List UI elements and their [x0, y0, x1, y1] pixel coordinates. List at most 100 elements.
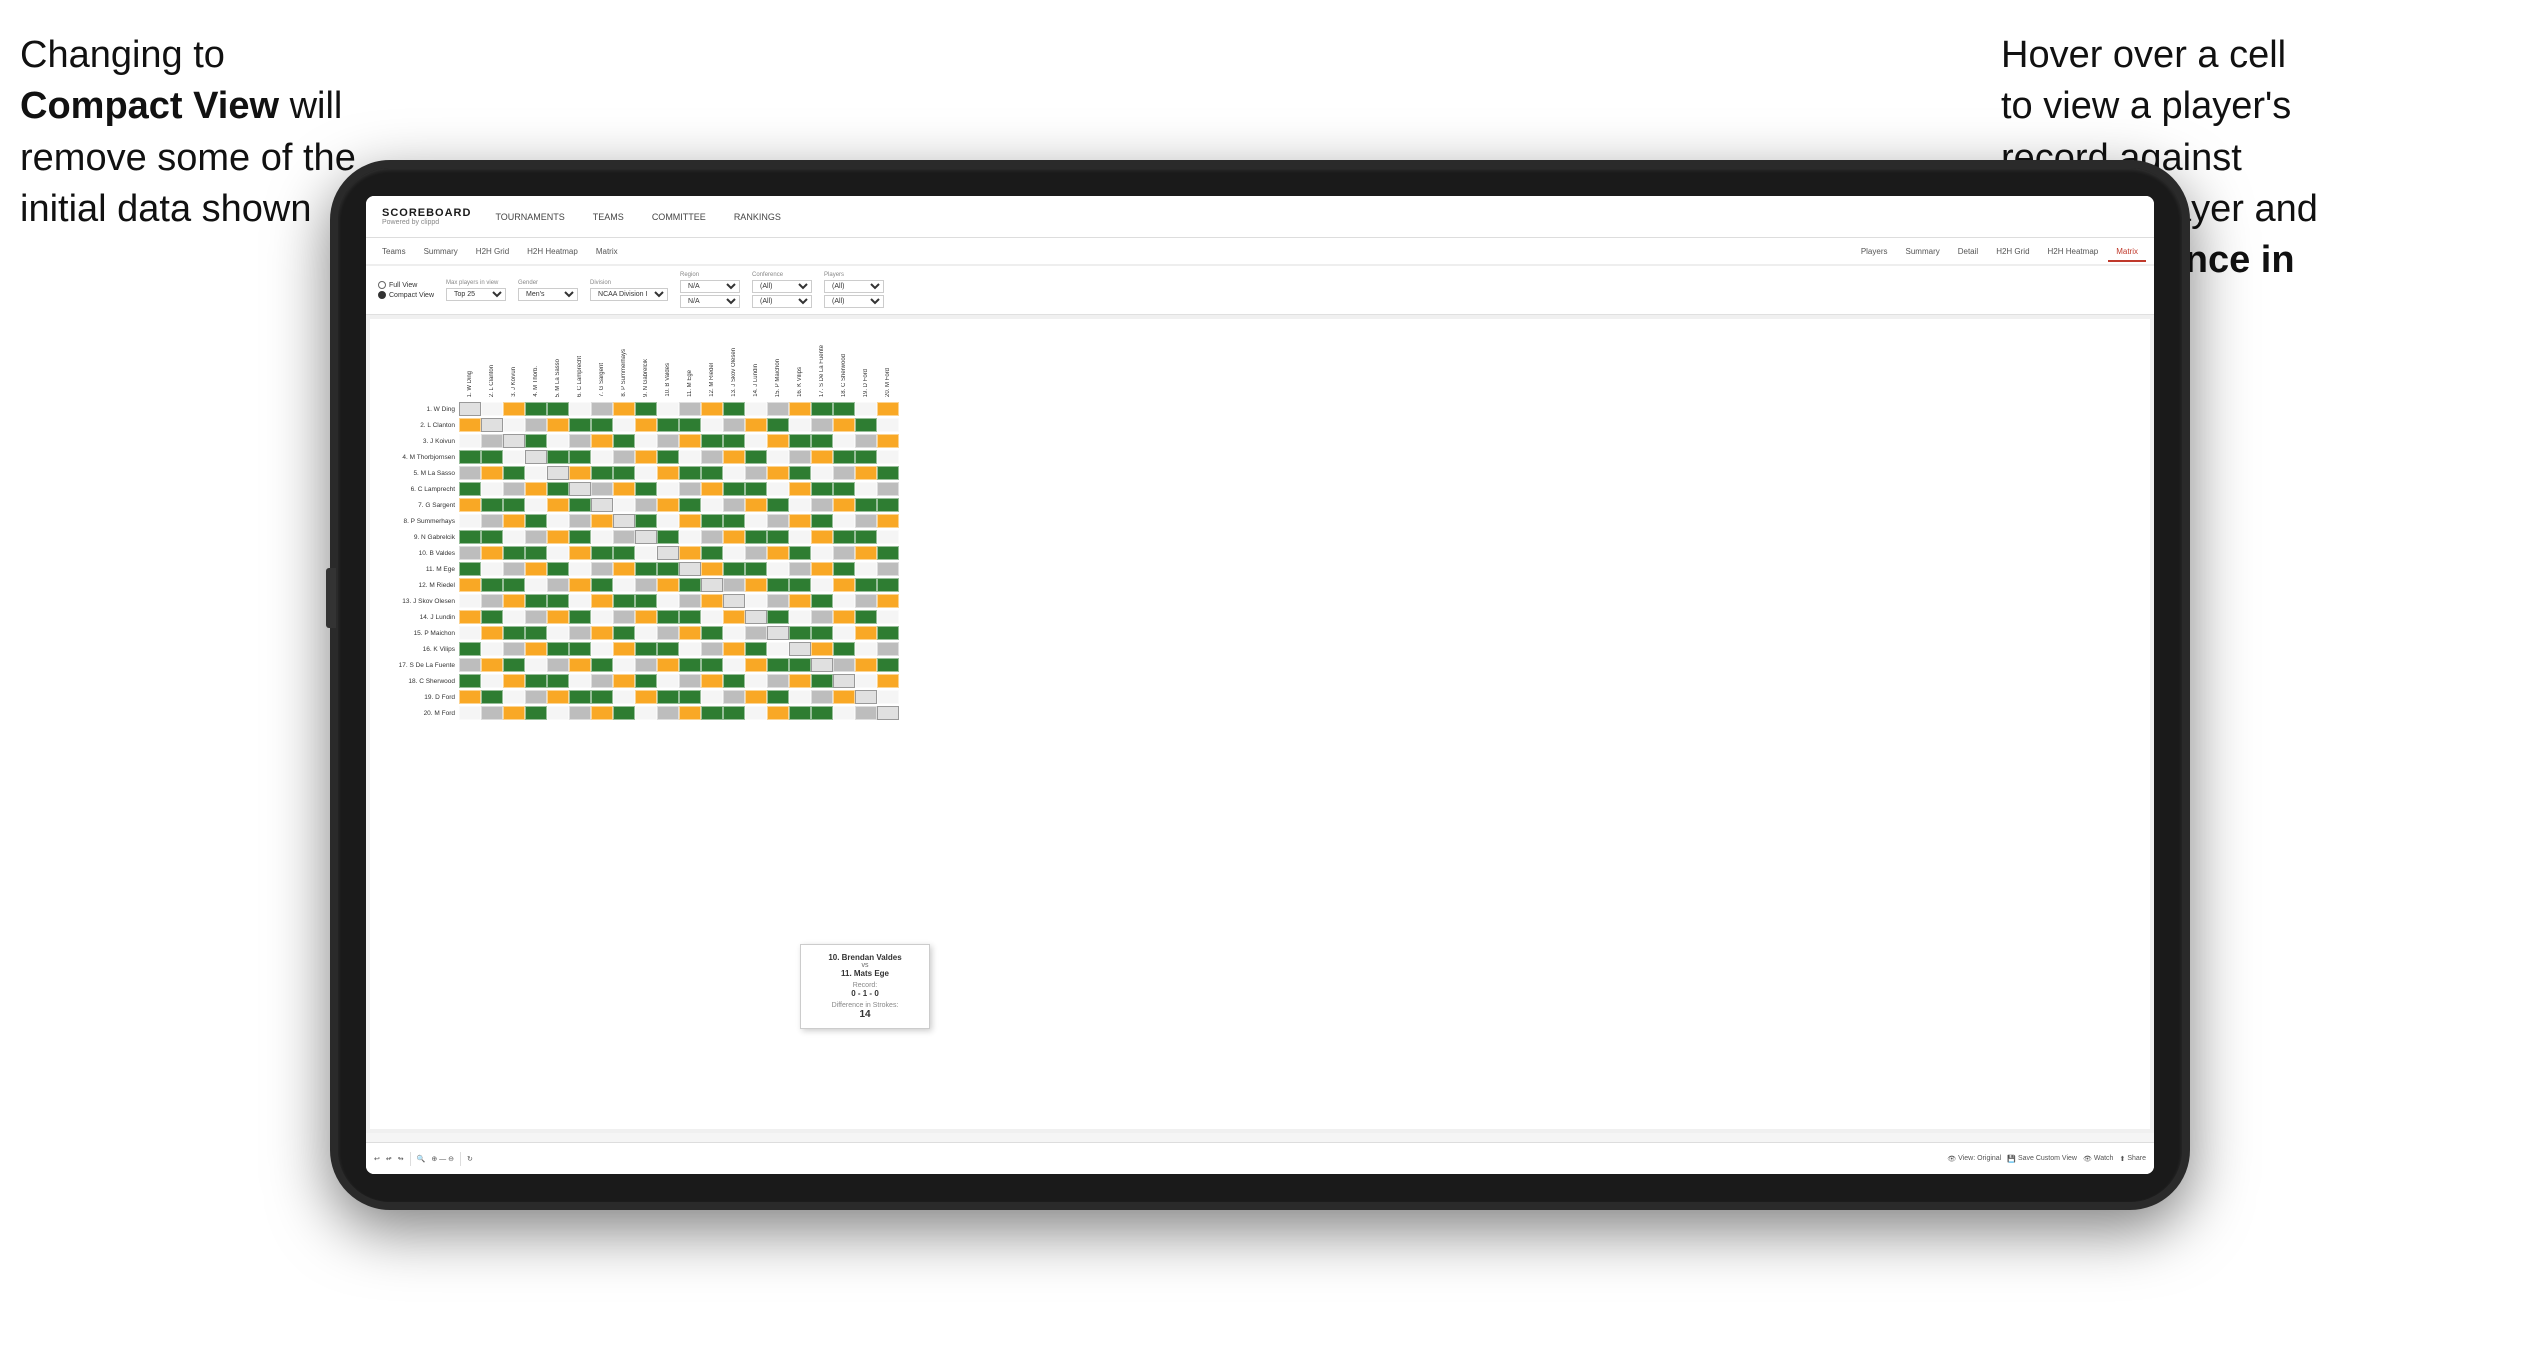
- matrix-cell[interactable]: [679, 418, 701, 432]
- matrix-cell[interactable]: [811, 514, 833, 528]
- matrix-cell[interactable]: [833, 482, 855, 496]
- tab-players[interactable]: Players: [1853, 243, 1896, 260]
- matrix-cell[interactable]: [459, 402, 481, 416]
- matrix-cell[interactable]: [481, 610, 503, 624]
- refresh-button[interactable]: ↻: [467, 1155, 473, 1163]
- matrix-cell[interactable]: [833, 450, 855, 464]
- matrix-cell[interactable]: [481, 578, 503, 592]
- matrix-cell[interactable]: [745, 626, 767, 640]
- matrix-cell[interactable]: [679, 450, 701, 464]
- matrix-cell[interactable]: [701, 418, 723, 432]
- matrix-cell[interactable]: [547, 578, 569, 592]
- matrix-cell[interactable]: [723, 674, 745, 688]
- matrix-cell[interactable]: [459, 658, 481, 672]
- matrix-cell[interactable]: [613, 706, 635, 720]
- matrix-cell[interactable]: [833, 530, 855, 544]
- matrix-cell[interactable]: [855, 706, 877, 720]
- matrix-cell[interactable]: [745, 594, 767, 608]
- matrix-cell[interactable]: [855, 530, 877, 544]
- matrix-cell[interactable]: [877, 482, 899, 496]
- matrix-cell[interactable]: [679, 546, 701, 560]
- matrix-cell[interactable]: [877, 402, 899, 416]
- nav-teams[interactable]: TEAMS: [589, 210, 628, 224]
- matrix-cell[interactable]: [877, 466, 899, 480]
- matrix-cell[interactable]: [525, 466, 547, 480]
- matrix-cell[interactable]: [701, 594, 723, 608]
- matrix-cell[interactable]: [877, 514, 899, 528]
- matrix-cell[interactable]: [789, 514, 811, 528]
- watch-button[interactable]: 👁 Watch: [2083, 1155, 2113, 1163]
- matrix-cell[interactable]: [789, 642, 811, 656]
- matrix-cell[interactable]: [613, 530, 635, 544]
- matrix-cell[interactable]: [701, 434, 723, 448]
- matrix-cell[interactable]: [635, 578, 657, 592]
- zoom-button[interactable]: 🔍: [417, 1155, 426, 1163]
- matrix-cell[interactable]: [635, 402, 657, 416]
- matrix-cell[interactable]: [745, 466, 767, 480]
- matrix-cell[interactable]: [877, 626, 899, 640]
- matrix-cell[interactable]: [701, 530, 723, 544]
- matrix-cell[interactable]: [767, 674, 789, 688]
- matrix-cell[interactable]: [635, 498, 657, 512]
- matrix-cell[interactable]: [745, 658, 767, 672]
- matrix-cell[interactable]: [525, 498, 547, 512]
- matrix-cell[interactable]: [855, 482, 877, 496]
- matrix-cell[interactable]: [657, 562, 679, 576]
- matrix-cell[interactable]: [547, 674, 569, 688]
- matrix-cell[interactable]: [657, 450, 679, 464]
- division-select[interactable]: NCAA Division I: [590, 288, 668, 301]
- matrix-cell[interactable]: [745, 610, 767, 624]
- matrix-cell[interactable]: [745, 642, 767, 656]
- matrix-cell[interactable]: [789, 530, 811, 544]
- matrix-cell[interactable]: [745, 674, 767, 688]
- matrix-cell[interactable]: [789, 498, 811, 512]
- matrix-cell[interactable]: [701, 642, 723, 656]
- matrix-cell[interactable]: [723, 706, 745, 720]
- matrix-cell[interactable]: [767, 514, 789, 528]
- matrix-cell[interactable]: [877, 498, 899, 512]
- matrix-cell[interactable]: [723, 610, 745, 624]
- matrix-cell[interactable]: [635, 626, 657, 640]
- matrix-cell[interactable]: [811, 674, 833, 688]
- matrix-cell[interactable]: [767, 642, 789, 656]
- matrix-cell[interactable]: [503, 642, 525, 656]
- matrix-cell[interactable]: [525, 642, 547, 656]
- matrix-cell[interactable]: [569, 530, 591, 544]
- matrix-cell[interactable]: [855, 658, 877, 672]
- matrix-cell[interactable]: [525, 690, 547, 704]
- matrix-cell[interactable]: [701, 482, 723, 496]
- matrix-cell[interactable]: [481, 466, 503, 480]
- matrix-cell[interactable]: [767, 482, 789, 496]
- matrix-cell[interactable]: [811, 402, 833, 416]
- matrix-cell[interactable]: [459, 690, 481, 704]
- matrix-cell[interactable]: [723, 434, 745, 448]
- matrix-cell[interactable]: [789, 594, 811, 608]
- matrix-cell[interactable]: [591, 706, 613, 720]
- matrix-cell[interactable]: [701, 514, 723, 528]
- matrix-cell[interactable]: [811, 562, 833, 576]
- matrix-cell[interactable]: [569, 434, 591, 448]
- matrix-cell[interactable]: [657, 482, 679, 496]
- matrix-cell[interactable]: [877, 706, 899, 720]
- matrix-cell[interactable]: [569, 402, 591, 416]
- matrix-cell[interactable]: [745, 434, 767, 448]
- matrix-cell[interactable]: [459, 578, 481, 592]
- matrix-cell[interactable]: [679, 466, 701, 480]
- matrix-cell[interactable]: [701, 562, 723, 576]
- matrix-cell[interactable]: [525, 706, 547, 720]
- matrix-cell[interactable]: [503, 578, 525, 592]
- max-players-select[interactable]: Top 25: [446, 288, 506, 301]
- matrix-cell[interactable]: [481, 402, 503, 416]
- matrix-cell[interactable]: [591, 674, 613, 688]
- matrix-cell[interactable]: [481, 482, 503, 496]
- matrix-cell[interactable]: [679, 642, 701, 656]
- tab-detail[interactable]: Detail: [1950, 243, 1986, 260]
- tab-h2h-grid-players[interactable]: H2H Grid: [1988, 243, 2037, 260]
- matrix-cell[interactable]: [745, 482, 767, 496]
- matrix-cell[interactable]: [657, 514, 679, 528]
- matrix-cell[interactable]: [525, 418, 547, 432]
- matrix-cell[interactable]: [503, 546, 525, 560]
- matrix-cell[interactable]: [591, 562, 613, 576]
- matrix-cell[interactable]: [877, 674, 899, 688]
- matrix-cell[interactable]: [789, 674, 811, 688]
